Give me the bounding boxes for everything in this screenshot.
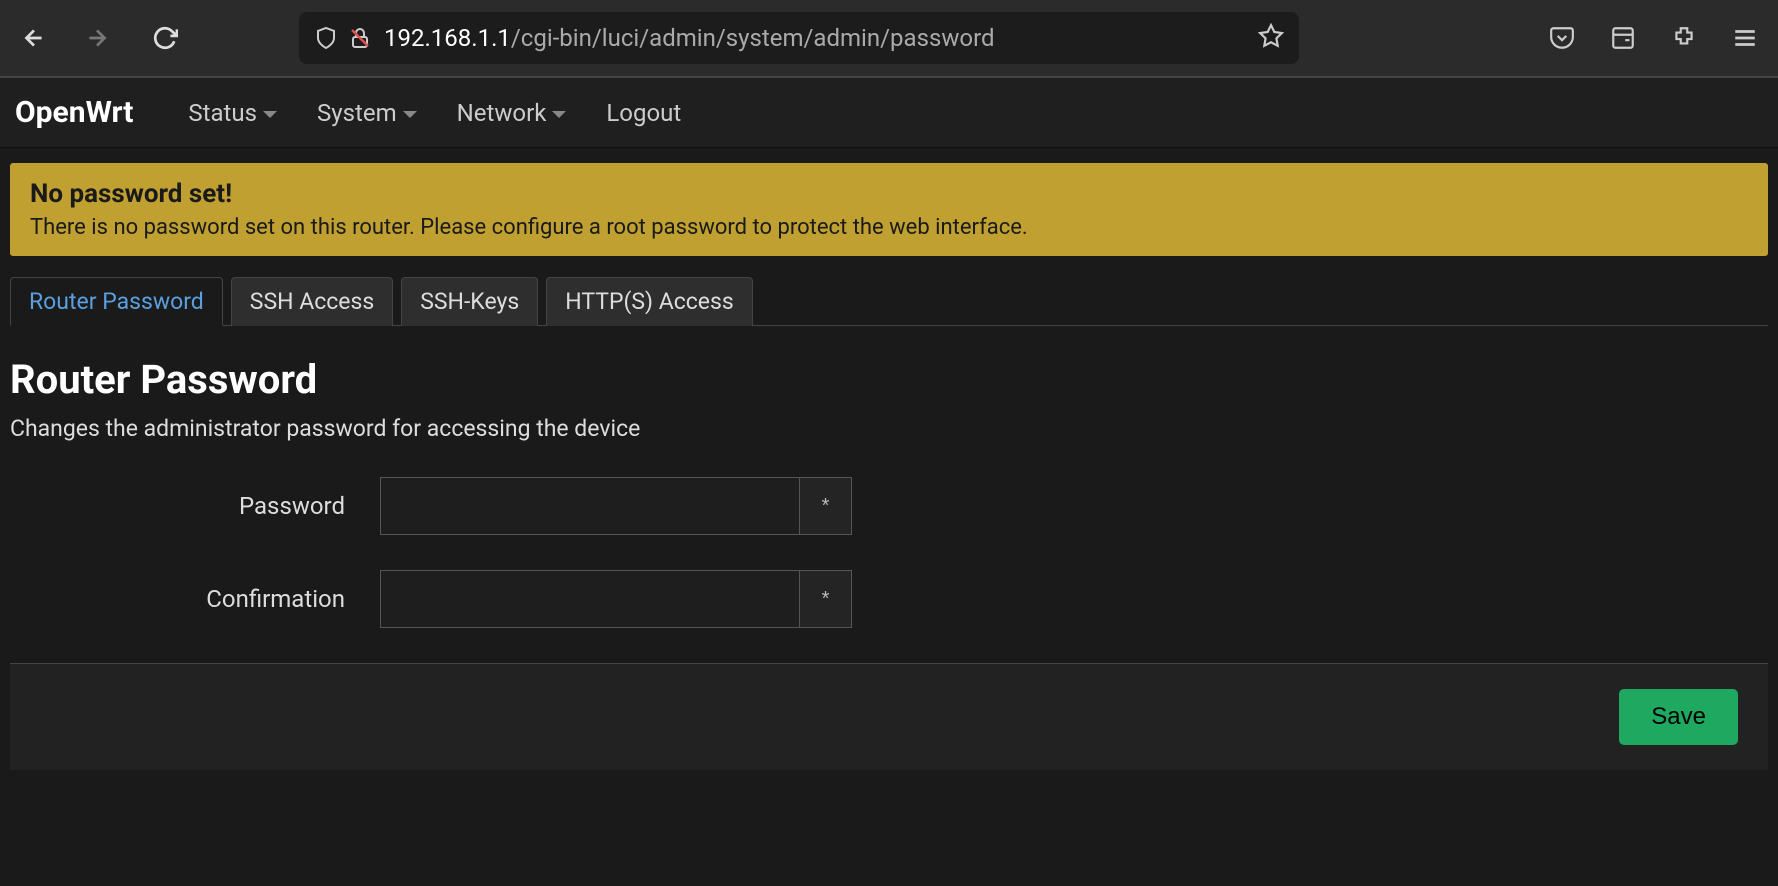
chevron-down-icon bbox=[552, 111, 566, 118]
menu-logout-label: Logout bbox=[606, 99, 681, 127]
pocket-icon[interactable] bbox=[1549, 25, 1575, 51]
alert-title: No password set! bbox=[30, 179, 1748, 209]
password-input-wrap: * bbox=[380, 477, 852, 535]
extensions-icon[interactable] bbox=[1671, 25, 1697, 51]
shield-icon[interactable] bbox=[314, 26, 338, 50]
password-row: Password * bbox=[10, 477, 1768, 535]
password-label: Password bbox=[10, 492, 380, 520]
password-reveal-button[interactable]: * bbox=[800, 477, 852, 535]
alert-body: There is no password set on this router.… bbox=[30, 215, 1748, 240]
page-content: No password set! There is no password se… bbox=[0, 148, 1778, 785]
url-host: 192.168.1.1 bbox=[384, 24, 511, 52]
url-path: /cgi-bin/luci/admin/system/admin/passwor… bbox=[511, 24, 995, 52]
password-input[interactable] bbox=[380, 477, 800, 535]
confirmation-input-wrap: * bbox=[380, 570, 852, 628]
tab-ssh-access[interactable]: SSH Access bbox=[231, 277, 393, 326]
insecure-lock-icon[interactable] bbox=[348, 26, 372, 50]
menu-status[interactable]: Status bbox=[188, 99, 277, 127]
back-button[interactable] bbox=[20, 24, 48, 52]
confirmation-label: Confirmation bbox=[10, 585, 380, 613]
bookmark-star-button[interactable] bbox=[1258, 23, 1284, 53]
confirmation-row: Confirmation * bbox=[10, 570, 1768, 628]
toolbar-right bbox=[1549, 25, 1758, 51]
confirmation-input[interactable] bbox=[380, 570, 800, 628]
browser-toolbar: 192.168.1.1/cgi-bin/luci/admin/system/ad… bbox=[0, 0, 1778, 78]
chevron-down-icon bbox=[263, 111, 277, 118]
url-text[interactable]: 192.168.1.1/cgi-bin/luci/admin/system/ad… bbox=[384, 24, 1246, 52]
brand-logo[interactable]: OpenWrt bbox=[15, 95, 133, 130]
nav-buttons bbox=[20, 24, 179, 52]
menu-logout[interactable]: Logout bbox=[606, 99, 681, 127]
menu-status-label: Status bbox=[188, 99, 257, 127]
menu-network[interactable]: Network bbox=[457, 99, 567, 127]
forward-button[interactable] bbox=[83, 24, 111, 52]
no-password-alert: No password set! There is no password se… bbox=[10, 163, 1768, 256]
menu-network-label: Network bbox=[457, 99, 547, 127]
save-button[interactable]: Save bbox=[1619, 689, 1738, 745]
tab-ssh-keys[interactable]: SSH-Keys bbox=[401, 277, 538, 326]
openwrt-menu-bar: OpenWrt Status System Network Logout bbox=[0, 78, 1778, 148]
urlbar-container: 192.168.1.1/cgi-bin/luci/admin/system/ad… bbox=[299, 12, 1479, 64]
hamburger-menu-icon[interactable] bbox=[1732, 25, 1758, 51]
menu-system-label: System bbox=[317, 99, 397, 127]
menu-items: Status System Network Logout bbox=[188, 99, 681, 127]
tab-router-password[interactable]: Router Password bbox=[10, 277, 223, 326]
chevron-down-icon bbox=[403, 111, 417, 118]
admin-tabs: Router Password SSH Access SSH-Keys HTTP… bbox=[10, 276, 1768, 326]
form-footer: Save bbox=[10, 663, 1768, 770]
page-title: Router Password bbox=[10, 356, 1768, 403]
tab-https-access[interactable]: HTTP(S) Access bbox=[546, 277, 752, 326]
reload-button[interactable] bbox=[151, 24, 179, 52]
menu-system[interactable]: System bbox=[317, 99, 417, 127]
url-security-icons bbox=[314, 26, 372, 50]
confirmation-reveal-button[interactable]: * bbox=[800, 570, 852, 628]
urlbar[interactable]: 192.168.1.1/cgi-bin/luci/admin/system/ad… bbox=[299, 12, 1299, 64]
page-subtitle: Changes the administrator password for a… bbox=[10, 415, 1768, 442]
account-icon[interactable] bbox=[1610, 25, 1636, 51]
